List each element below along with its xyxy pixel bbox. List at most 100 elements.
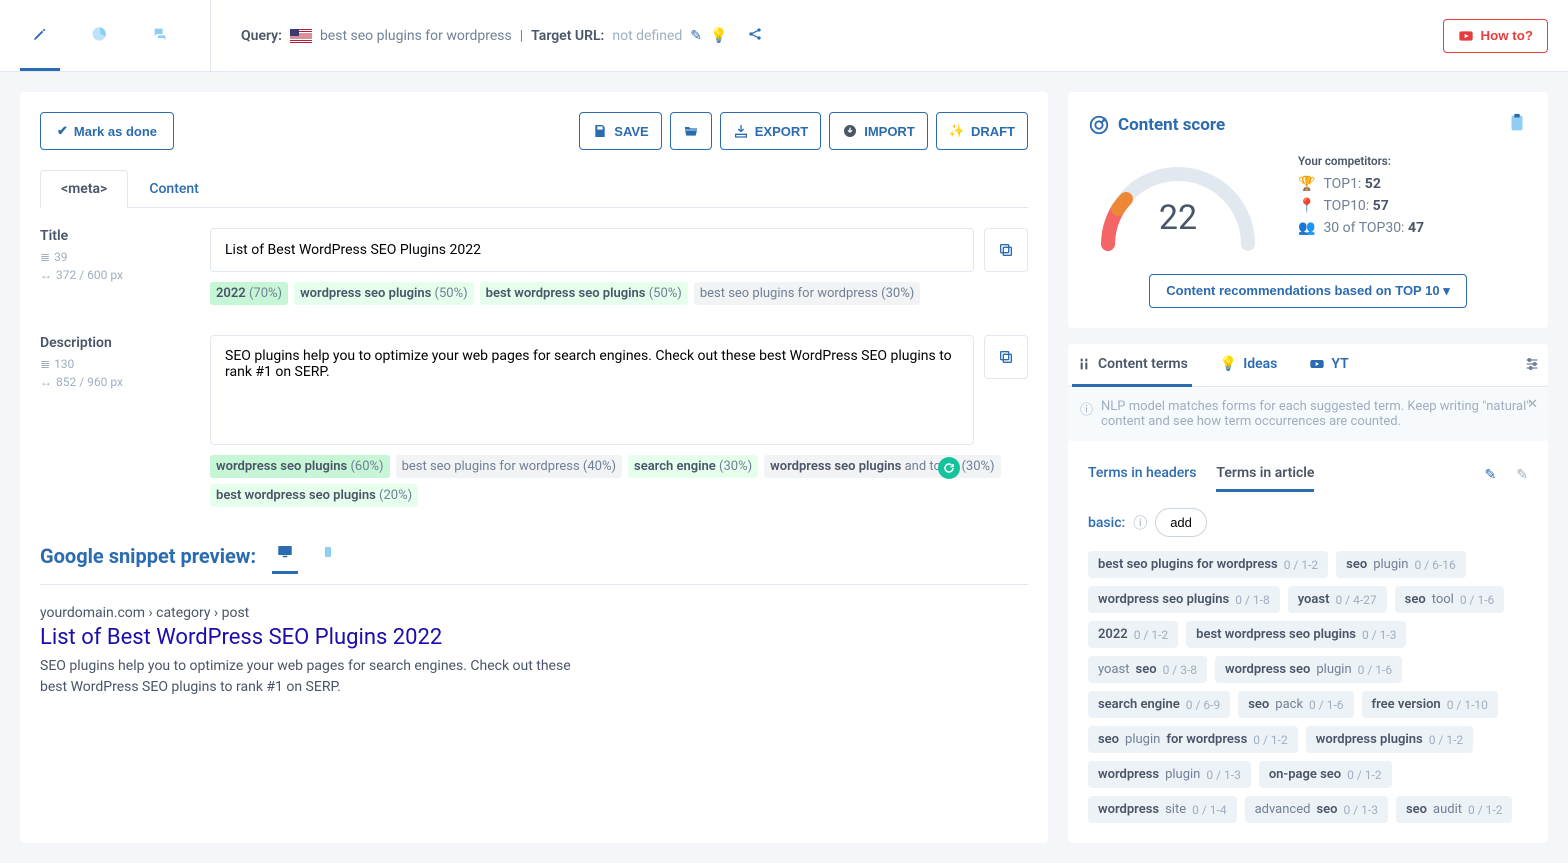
chat-tab[interactable] — [140, 0, 180, 71]
keyword-chip[interactable]: best seo plugins for wordpress (40%) — [396, 455, 622, 478]
tab-content[interactable]: Content — [128, 170, 220, 207]
query-bar: Query: best seo plugins for wordpress | … — [211, 26, 1443, 46]
grammarly-icon[interactable] — [938, 457, 960, 479]
tab-meta[interactable]: <meta> — [40, 170, 128, 208]
score-heading: Content score — [1118, 115, 1225, 135]
term-chip[interactable]: search engine0 / 6-9 — [1088, 691, 1230, 718]
tab-yt[interactable]: YT — [1305, 344, 1352, 387]
edit-terms-icon[interactable]: ✎ — [1485, 467, 1497, 483]
title-input[interactable] — [210, 228, 974, 272]
save-button[interactable]: SAVE — [579, 112, 661, 150]
term-chip[interactable]: yoast seo0 / 3-8 — [1088, 656, 1207, 683]
editor-tab[interactable] — [20, 0, 60, 71]
term-chip[interactable]: best seo plugins for wordpress0 / 1-2 — [1088, 551, 1328, 578]
subtab-terms-article[interactable]: Terms in article — [1216, 457, 1314, 492]
idea-icon[interactable]: 💡 — [710, 28, 727, 44]
snippet-preview: yourdomain.com › category › post List of… — [40, 605, 1028, 698]
snippet-url: yourdomain.com › category › post — [40, 605, 1028, 621]
keyword-chip[interactable]: best wordpress seo plugins (20%) — [210, 484, 418, 507]
term-chip[interactable]: wordpress site0 / 1-4 — [1088, 796, 1237, 823]
query-text: best seo plugins for wordpress — [320, 28, 512, 44]
howto-button[interactable]: How to? — [1443, 19, 1548, 53]
editor-panel: ✔Mark as done SAVE EXPORT IMPORT ✨DRAFT … — [20, 92, 1048, 843]
edit-target-icon[interactable]: ✎ — [690, 28, 702, 44]
term-chip[interactable]: seo plugin0 / 6-16 — [1336, 551, 1466, 578]
title-label: Title — [40, 228, 190, 244]
title-chips: 2022 (70%) wordpress seo plugins (50%) bes… — [210, 282, 1028, 305]
snippet-title: List of Best WordPress SEO Plugins 2022 — [40, 625, 1028, 650]
title-px: 372 / 600 px — [56, 268, 123, 282]
topbar: Query: best seo plugins for wordpress | … — [0, 0, 1568, 72]
howto-label: How to? — [1480, 28, 1533, 43]
competitors-heading: Your competitors: — [1298, 154, 1528, 168]
subtab-terms-headers[interactable]: Terms in headers — [1088, 457, 1196, 492]
mark-done-button[interactable]: ✔Mark as done — [40, 112, 174, 150]
stack-icon: ≣ — [40, 250, 50, 264]
tab-ideas[interactable]: 💡Ideas — [1216, 344, 1282, 387]
term-chip[interactable]: 20220 / 1-2 — [1088, 621, 1178, 648]
stack-icon: ≣ — [40, 357, 50, 371]
desc-input[interactable] — [210, 335, 974, 445]
close-note-icon[interactable]: ✕ — [1527, 397, 1538, 412]
keyword-chip[interactable]: wordpress seo plugins (60%) — [210, 455, 390, 478]
width-icon: ↔ — [40, 268, 52, 282]
term-chip[interactable]: free version0 / 1-10 — [1362, 691, 1498, 718]
nlp-info-note: ⓘ NLP model matches forms for each sugge… — [1068, 387, 1548, 441]
term-chip[interactable]: seo tool0 / 1-6 — [1395, 586, 1505, 613]
term-chip[interactable]: advanced seo0 / 1-3 — [1245, 796, 1388, 823]
term-chip[interactable]: yoast0 / 4-27 — [1288, 586, 1387, 613]
term-chip[interactable]: wordpress plugin0 / 1-3 — [1088, 761, 1251, 788]
keyword-chip[interactable]: search engine (30%) — [628, 455, 758, 478]
term-chip[interactable]: on-page seo0 / 1-2 — [1259, 761, 1392, 788]
query-label: Query: — [241, 28, 282, 44]
competitor-row: 👥30 of TOP30: 47 — [1298, 220, 1528, 236]
info-icon: ⓘ — [1080, 399, 1093, 429]
us-flag-icon — [290, 29, 312, 43]
target-url-label: Target URL: — [531, 28, 604, 44]
keyword-chip[interactable]: wordpress seo plugins (50%) — [294, 282, 474, 305]
competitor-row: 📍TOP10: 57 — [1298, 198, 1528, 214]
term-chip[interactable]: seo audit0 / 1-2 — [1396, 796, 1512, 823]
term-chip[interactable]: best wordpress seo plugins0 / 1-3 — [1186, 621, 1406, 648]
desc-label: Description — [40, 335, 190, 351]
topbar-nav-tabs — [20, 0, 211, 71]
clipboard-icon[interactable] — [1506, 112, 1528, 138]
keyword-chip[interactable]: best seo plugins for wordpress (30%) — [694, 282, 920, 305]
title-copy-button[interactable] — [984, 228, 1028, 272]
tab-content-terms[interactable]: Content terms — [1072, 344, 1192, 387]
keyword-chip[interactable]: 2022 (70%) — [210, 282, 288, 305]
term-chip[interactable]: seo plugin for wordpress0 / 1-2 — [1088, 726, 1298, 753]
content-score-card: Content score 22 Your competitors: 🏆TOP1… — [1068, 92, 1548, 328]
score-value: 22 — [1159, 198, 1197, 238]
term-chip[interactable]: wordpress seo plugins0 / 1-8 — [1088, 586, 1280, 613]
mobile-preview-tab[interactable] — [318, 537, 338, 574]
basic-label: basic: — [1088, 515, 1125, 531]
editor-tabs: <meta> Content — [40, 170, 1028, 208]
tab-settings[interactable] — [1520, 344, 1544, 387]
draft-button[interactable]: ✨DRAFT — [936, 112, 1028, 150]
add-term-button[interactable]: add — [1155, 508, 1207, 537]
term-chip[interactable]: wordpress seo plugin0 / 1-6 — [1215, 656, 1402, 683]
desc-chips: wordpress seo plugins (60%) best seo plug… — [210, 455, 1028, 507]
score-gauge: 22 — [1088, 154, 1268, 258]
snippet-desc: SEO plugins help you to optimize your we… — [40, 656, 600, 698]
desc-copy-button[interactable] — [984, 335, 1028, 379]
open-button[interactable] — [670, 112, 712, 150]
info-icon[interactable]: ⓘ — [1133, 513, 1147, 533]
title-char-count: 39 — [54, 250, 68, 264]
keyword-chip[interactable]: best wordpress seo plugins (50%) — [480, 282, 688, 305]
preview-heading: Google snippet preview: — [40, 544, 256, 568]
desktop-preview-tab[interactable] — [272, 537, 298, 574]
keyword-chip[interactable]: wordpress seo plugins and tools (30%) — [764, 455, 1000, 478]
stats-tab[interactable] — [80, 0, 120, 71]
edit-terms-icon-2[interactable]: ✎ — [1516, 467, 1528, 483]
term-chip[interactable]: seo pack0 / 1-6 — [1238, 691, 1353, 718]
share-icon[interactable] — [747, 26, 763, 46]
term-chip[interactable]: wordpress plugins0 / 1-2 — [1306, 726, 1473, 753]
import-button[interactable]: IMPORT — [829, 112, 928, 150]
width-icon: ↔ — [40, 375, 52, 389]
term-list: best seo plugins for wordpress0 / 1-2 seo… — [1088, 551, 1528, 823]
recommendations-button[interactable]: Content recommendations based on TOP 10 … — [1149, 274, 1466, 308]
export-button[interactable]: EXPORT — [720, 112, 821, 150]
desc-char-count: 130 — [54, 357, 74, 371]
